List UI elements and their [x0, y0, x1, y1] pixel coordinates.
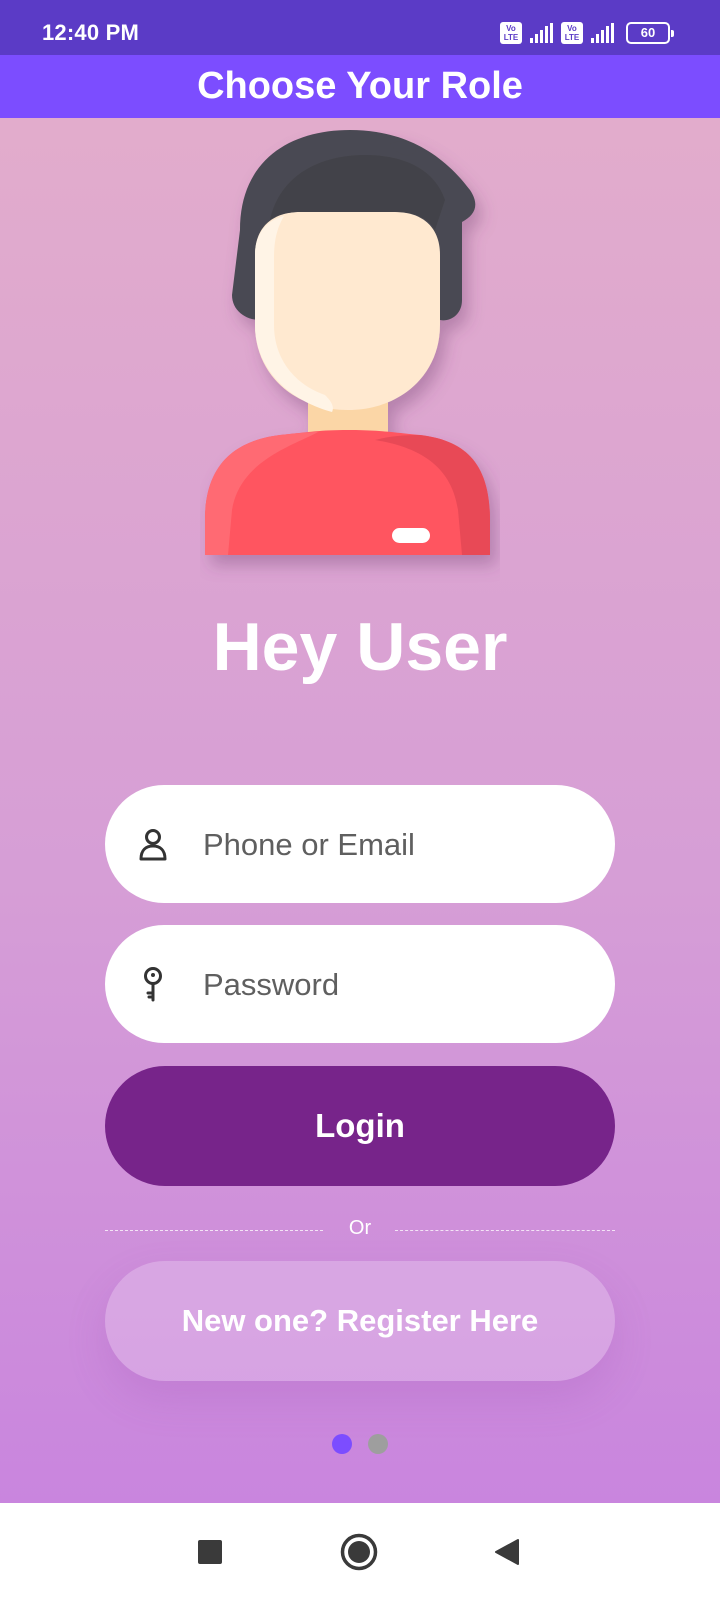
page-title: Choose Your Role	[197, 65, 523, 107]
password-input[interactable]	[201, 955, 585, 1015]
battery-icon: 60	[626, 22, 674, 44]
login-button[interactable]: Login	[105, 1066, 615, 1186]
battery-level: 60	[640, 25, 656, 40]
volte-label-top: Vo	[506, 24, 516, 33]
person-icon	[139, 829, 167, 861]
register-button[interactable]: New one? Register Here	[105, 1261, 615, 1381]
status-time: 12:40 PM	[42, 20, 139, 45]
volte-icon: Vo LTE	[561, 22, 583, 44]
volte-label-bottom: LTE	[503, 33, 519, 42]
status-icons: Vo LTE Vo LTE 60	[500, 22, 674, 44]
signal-icon	[530, 23, 553, 43]
page-indicator	[0, 1434, 720, 1454]
key-icon	[144, 967, 162, 1002]
signal-icon	[591, 23, 614, 43]
app-bar: Choose Your Role	[0, 55, 720, 118]
page-dot-inactive[interactable]	[368, 1434, 388, 1454]
volte-label-top: Vo	[567, 24, 577, 33]
status-bar: 12:40 PM Vo LTE Vo LTE 60	[0, 0, 720, 55]
greeting-heading: Hey User	[212, 609, 508, 685]
divider-line-right	[395, 1230, 615, 1231]
back-button[interactable]	[482, 1527, 532, 1577]
recents-button[interactable]	[185, 1527, 235, 1577]
divider-text: Or	[348, 1217, 372, 1239]
home-circle-icon	[340, 1533, 378, 1571]
home-button[interactable]	[334, 1527, 384, 1577]
volte-label-bottom: LTE	[564, 33, 580, 42]
user-avatar-illustration	[205, 130, 490, 555]
phone-email-input[interactable]	[201, 815, 585, 875]
page-dot-active[interactable]	[332, 1434, 352, 1454]
password-field[interactable]	[105, 925, 615, 1043]
or-divider: Or	[105, 1212, 615, 1248]
system-nav-bar	[0, 1503, 720, 1600]
main-content: Hey User Login Or New one? Register Here	[0, 118, 720, 1503]
back-triangle-icon	[495, 1539, 519, 1565]
volte-icon: Vo LTE	[500, 22, 522, 44]
recents-square-icon	[198, 1540, 222, 1564]
phone-email-field[interactable]	[105, 785, 615, 903]
